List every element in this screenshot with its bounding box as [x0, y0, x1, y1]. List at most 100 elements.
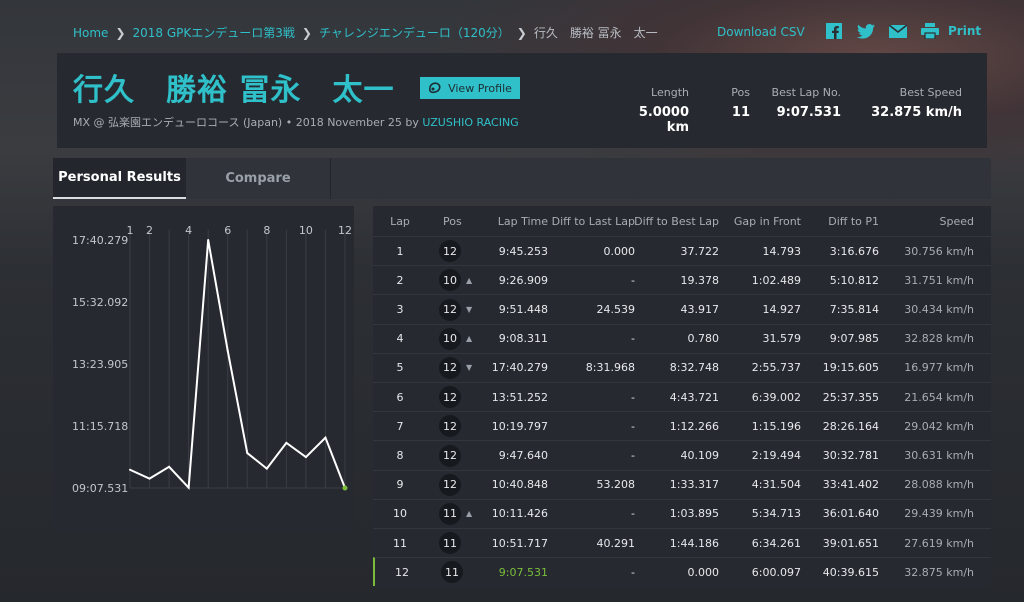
download-csv-link[interactable]: Download CSV: [717, 25, 805, 39]
speed: 30.434 km/h: [904, 303, 974, 317]
breadcrumb-race[interactable]: チャレンジエンデューロ（120分）: [319, 24, 510, 41]
diff-best-lap: 43.917: [680, 303, 720, 317]
rider-name: 行久 勝裕 冨永 太一: [73, 73, 395, 108]
lap-time: 10:19.797: [491, 419, 548, 433]
position-badge: 12: [439, 444, 461, 467]
rider-header-card: 行久 勝裕 冨永 太一 View Profile MX @ 弘楽園エンデューロコ…: [57, 53, 987, 148]
best-lap-point: [342, 485, 348, 491]
chevron-right-icon: ❯: [301, 25, 312, 40]
y-tick-label: 13:23.905: [72, 358, 128, 371]
lap-number: 8: [396, 449, 404, 463]
lap-point: [246, 452, 249, 455]
lap-time: 9:51.448: [498, 303, 548, 317]
lap-time: 9:07.531: [498, 565, 548, 579]
position-cell: 11: [439, 529, 483, 557]
diff-best-lap: 19.378: [680, 273, 720, 287]
breadcrumb-home[interactable]: Home: [73, 26, 108, 40]
col-pos: Pos: [443, 214, 462, 228]
lap-point: [304, 456, 307, 459]
stat-best-lap: Best Lap No. 9:07.531: [757, 86, 841, 120]
table-row: 12 11 9:07.531 - 0.000 6:00.097 40:39.615 32.87…: [373, 557, 991, 587]
speed: 32.875 km/h: [904, 565, 974, 579]
x-tick-label: 2: [146, 224, 153, 237]
position-cell: 11: [441, 558, 485, 586]
team-link[interactable]: UZUSHIO RACING: [422, 116, 518, 129]
print-label[interactable]: Print: [948, 24, 981, 38]
lap-time: 17:40.279: [491, 361, 548, 375]
results-tabs: Personal Results Compare: [53, 158, 991, 199]
breadcrumb: Home ❯ 2018 GPKエンデューロ第3戦 ❯ チャレンジエンデューロ（1…: [73, 24, 658, 41]
y-tick-label: 09:07.531: [72, 482, 128, 495]
diff-last-lap: 40.291: [596, 536, 636, 550]
chevron-right-icon: ❯: [516, 25, 527, 40]
tab-compare[interactable]: Compare: [186, 158, 331, 199]
position-cell: 12: [439, 412, 483, 440]
diff-to-p1: 36:01.640: [822, 507, 879, 521]
col-lap-time: Lap Time: [497, 214, 548, 228]
gap-in-front: 2:55.737: [751, 361, 801, 375]
lap-number: 7: [396, 419, 404, 433]
diff-last-lap: -: [631, 449, 635, 463]
table-row: 5 12 ▼ 17:40.279 8:31.968 8:32.748 2:55.737 19:…: [373, 352, 991, 382]
lap-point: [285, 441, 288, 444]
lap-number: 6: [396, 390, 404, 404]
table-row: 8 12 9:47.640 - 40.109 2:19.494 30:32.781 30.63…: [373, 440, 991, 469]
diff-last-lap: -: [631, 273, 635, 287]
lap-time: 9:47.640: [498, 449, 548, 463]
lap-number: 9: [396, 478, 404, 492]
diff-last-lap: -: [631, 507, 635, 521]
twitter-icon[interactable]: [856, 22, 876, 40]
mail-icon[interactable]: [888, 22, 908, 40]
x-tick-label: 10: [299, 224, 313, 237]
lap-point: [187, 486, 190, 489]
triangle-down-icon: ▼: [466, 363, 473, 373]
position-badge: 11: [441, 561, 463, 584]
position-cell: 12: [439, 237, 483, 265]
breadcrumb-event[interactable]: 2018 GPKエンデューロ第3戦: [133, 24, 295, 41]
diff-best-lap: 40.109: [680, 449, 720, 463]
speed: 30.631 km/h: [904, 449, 974, 463]
diff-to-p1: 5:10.812: [829, 273, 879, 287]
stat-length-value: 5.0000 km: [638, 105, 689, 135]
position-badge: 10: [439, 269, 461, 292]
gap-in-front: 14.793: [762, 244, 802, 258]
stat-length: Length 5.0000 km: [627, 86, 689, 135]
col-lap: Lap: [390, 214, 410, 228]
lap-number: 4: [396, 332, 404, 346]
lap-time: 9:08.311: [498, 332, 548, 346]
diff-best-lap: 1:03.895: [669, 507, 719, 521]
diff-best-lap: 0.780: [687, 332, 720, 346]
diff-last-lap: 8:31.968: [585, 361, 635, 375]
diff-to-p1: 25:37.355: [822, 390, 879, 404]
gap-in-front: 1:02.489: [751, 273, 801, 287]
diff-to-p1: 28:26.164: [822, 419, 879, 433]
view-profile-button[interactable]: View Profile: [420, 77, 520, 99]
lap-time-series-line: [129, 239, 346, 490]
table-row: 9 12 10:40.848 53.208 1:33.317 4:31.504 33:41.…: [373, 469, 991, 499]
triangle-up-icon: ▲: [466, 334, 473, 344]
lap-point: [324, 436, 327, 439]
position-cell: 12: [439, 471, 483, 499]
diff-best-lap: 1:33.317: [669, 478, 719, 492]
facebook-icon[interactable]: [824, 22, 844, 40]
diff-last-lap: -: [631, 390, 635, 404]
lap-time-chart-svg: 1 2 4 6 8 10 1217:40.27915:32.09213:23.90511:1…: [72, 224, 352, 495]
race-subtitle: MX @ 弘楽園エンデューロコース (Japan) • 2018 Novembe…: [73, 114, 519, 130]
stat-best-speed-value: 32.875 km/h: [871, 105, 962, 120]
stat-pos-value: 11: [731, 105, 750, 120]
x-tick-label: 12: [338, 224, 352, 237]
speed: 29.042 km/h: [904, 419, 974, 433]
lap-point: [168, 465, 171, 468]
col-diff-best: Diff to Best Lap: [634, 214, 719, 228]
print-icon[interactable]: [920, 22, 940, 40]
share-icons: Print: [824, 22, 981, 40]
diff-best-lap: 8:32.748: [669, 361, 719, 375]
diff-best-lap: 4:43.721: [669, 390, 719, 404]
view-profile-label: View Profile: [448, 81, 512, 95]
diff-best-lap: 37.722: [680, 244, 720, 258]
chevron-right-icon: ❯: [115, 25, 126, 40]
lap-time: 10:51.717: [491, 536, 548, 550]
table-row: 11 11 10:51.717 40.291 1:44.186 6:34.261 39:01…: [373, 528, 991, 557]
tab-personal-results[interactable]: Personal Results: [53, 158, 186, 199]
diff-to-p1: 33:41.402: [822, 478, 879, 492]
